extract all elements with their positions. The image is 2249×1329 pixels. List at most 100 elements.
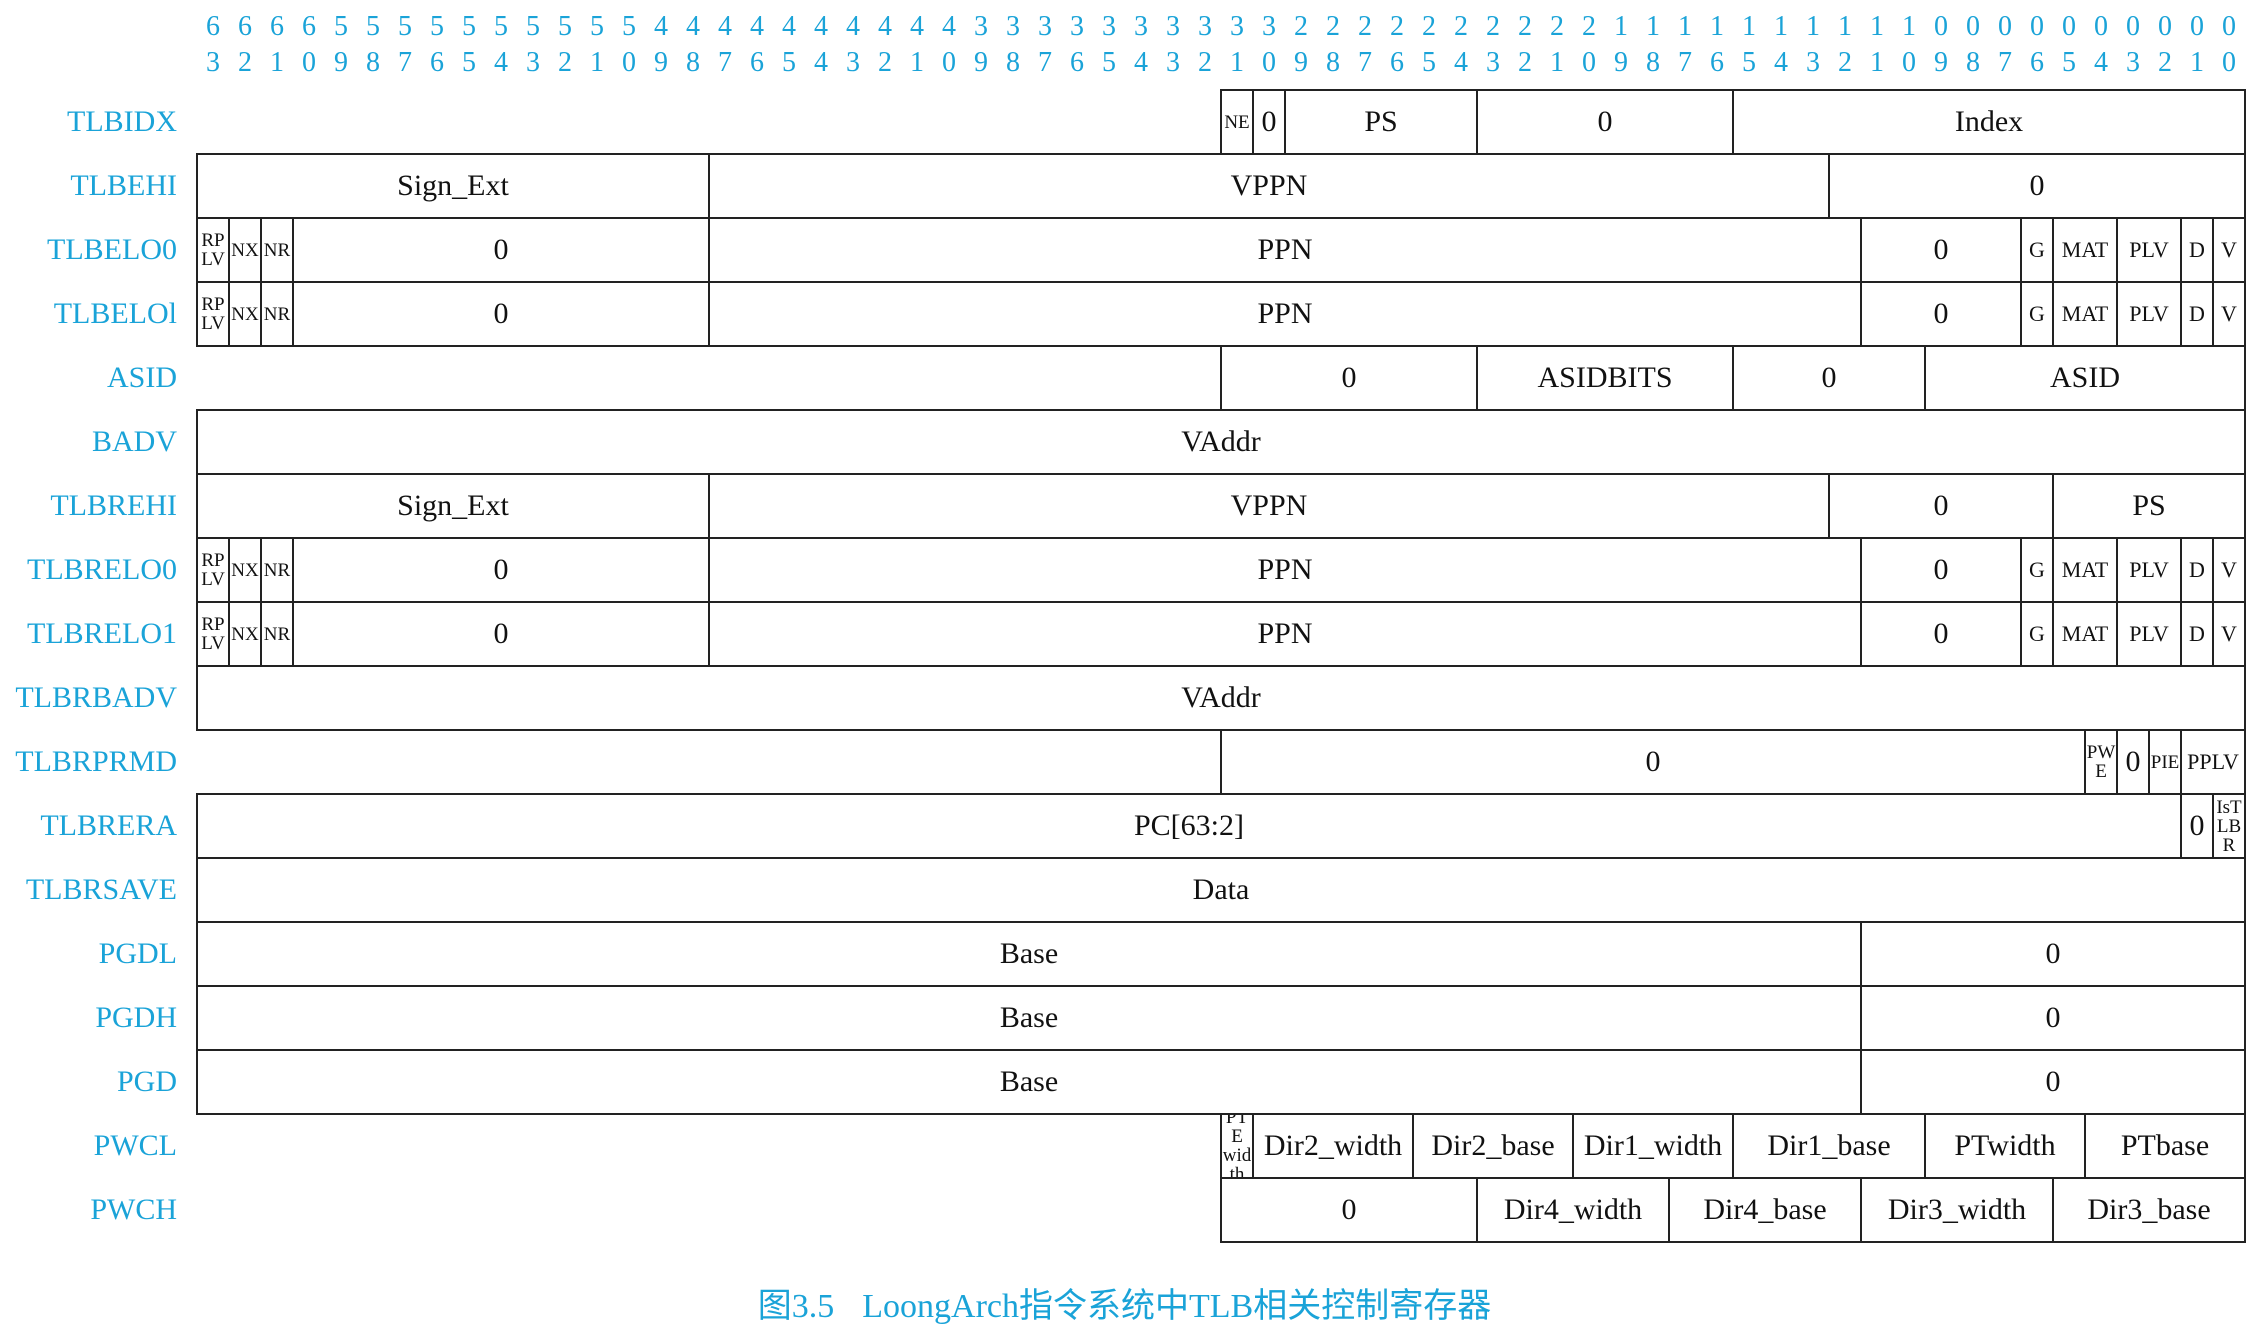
bit-number-tens: 1 — [1806, 11, 1820, 42]
register-name: TLBRBADV — [15, 681, 177, 714]
register-field: PLV — [2116, 281, 2182, 347]
register-field: PLV — [2116, 217, 2182, 283]
register-field: PLV — [2116, 601, 2182, 667]
bit-number-ones: 0 — [942, 47, 956, 78]
bit-number-tens: 5 — [334, 11, 348, 42]
register-field: 0 — [1220, 729, 2086, 795]
bit-number-ones: 7 — [1038, 47, 1052, 78]
register-field: G — [2020, 601, 2054, 667]
bit-number-ones: 6 — [1390, 47, 1404, 78]
register-name: TLBRELO0 — [27, 553, 177, 586]
bit-number-tens: 4 — [718, 11, 732, 42]
register-field: IsTLBR — [2212, 793, 2246, 859]
bit-number-ones: 5 — [2062, 47, 2076, 78]
register-field: Base — [196, 921, 1862, 987]
register-name: TLBEHI — [70, 169, 177, 202]
bit-number-ones: 7 — [1678, 47, 1692, 78]
bit-number-tens: 4 — [846, 11, 860, 42]
register-field: 0 — [2116, 729, 2150, 795]
bit-number-tens: 6 — [238, 11, 252, 42]
register-field: NX — [228, 281, 262, 347]
bit-number-tens: 3 — [1166, 11, 1180, 42]
bit-number-tens: 3 — [1134, 11, 1148, 42]
register-field: VAddr — [196, 665, 2246, 731]
bit-number-ones: 1 — [2190, 47, 2204, 78]
bit-number-tens: 4 — [942, 11, 956, 42]
register-name: PGD — [116, 1065, 177, 1098]
register-name: TLBRSAVE — [25, 873, 177, 906]
register-field: MAT — [2052, 537, 2118, 603]
register-field: 0 — [292, 217, 710, 283]
bit-number-ones: 9 — [1294, 47, 1308, 78]
bit-number-ones: 6 — [750, 47, 764, 78]
register-field: PS — [2052, 473, 2246, 539]
bit-number-ones: 7 — [1358, 47, 1372, 78]
register-field: 0 — [1860, 217, 2022, 283]
bit-number-ones: 4 — [1134, 47, 1148, 78]
register-field: Dir4_base — [1668, 1177, 1862, 1243]
bit-number-tens: 2 — [1422, 11, 1436, 42]
register-name: ASID — [106, 361, 177, 394]
bit-number-ones: 6 — [430, 47, 444, 78]
bit-number-ones: 3 — [526, 47, 540, 78]
register-field: 0 — [1860, 281, 2022, 347]
bit-number-ones: 7 — [1998, 47, 2012, 78]
register-field: PWE — [2084, 729, 2118, 795]
bit-number-ones: 2 — [1518, 47, 1532, 78]
bit-number-ones: 1 — [590, 47, 604, 78]
bit-number-tens: 0 — [1998, 11, 2012, 42]
register-name: TLBRPRMD — [15, 745, 177, 778]
register-field: 0 — [1220, 345, 1478, 411]
register-field: MAT — [2052, 217, 2118, 283]
bit-number-ones: 6 — [2030, 47, 2044, 78]
register-field: V — [2212, 537, 2246, 603]
register-field: G — [2020, 217, 2054, 283]
register-diagram: 6362616059585756555453525150494847464544… — [0, 0, 2249, 1329]
register-name: TLBELO0 — [47, 233, 177, 266]
bit-number-ones: 8 — [1966, 47, 1980, 78]
bit-number-tens: 2 — [1294, 11, 1308, 42]
bit-number-tens: 4 — [750, 11, 764, 42]
register-field: 0 — [1860, 1049, 2246, 1115]
register-field: VAddr — [196, 409, 2246, 475]
register-field: D — [2180, 217, 2214, 283]
bit-number-ones: 9 — [1934, 47, 1948, 78]
bit-number-tens: 5 — [366, 11, 380, 42]
register-field: PS — [1284, 89, 1478, 155]
bit-number-ones: 7 — [718, 47, 732, 78]
register-field: NR — [260, 217, 294, 283]
register-name: PGDH — [95, 1001, 177, 1034]
bit-number-tens: 2 — [1550, 11, 1564, 42]
register-field: G — [2020, 281, 2054, 347]
bit-number-tens: 3 — [1198, 11, 1212, 42]
bit-number-tens: 4 — [686, 11, 700, 42]
bit-number-ones: 2 — [1838, 47, 1852, 78]
bit-number-tens: 6 — [302, 11, 316, 42]
register-name: BADV — [91, 425, 177, 458]
bit-number-tens: 1 — [1614, 11, 1628, 42]
bit-number-tens: 3 — [1006, 11, 1020, 42]
register-field: ASID — [1924, 345, 2246, 411]
register-field: Sign_Ext — [196, 153, 710, 219]
bit-number-ones: 6 — [1070, 47, 1084, 78]
bit-number-tens: 4 — [910, 11, 924, 42]
bit-number-ones: 1 — [1230, 47, 1244, 78]
bit-number-tens: 2 — [1358, 11, 1372, 42]
bit-number-tens: 2 — [1518, 11, 1532, 42]
register-field: NE — [1220, 89, 1254, 155]
register-field: Data — [196, 857, 2246, 923]
register-field: NR — [260, 281, 294, 347]
bit-number-ones: 8 — [686, 47, 700, 78]
register-field: Dir2_width — [1252, 1113, 1414, 1179]
bit-number-ones: 3 — [1806, 47, 1820, 78]
bit-number-ones: 2 — [2158, 47, 2172, 78]
figure-number: 图3.5 — [757, 1288, 835, 1325]
bit-number-ones: 3 — [1486, 47, 1500, 78]
register-field: PTbase — [2084, 1113, 2246, 1179]
register-field: PPN — [708, 217, 1862, 283]
register-name: TLBRERA — [40, 809, 177, 842]
bit-number-ones: 5 — [1422, 47, 1436, 78]
bit-number-tens: 0 — [2158, 11, 2172, 42]
register-field: VPPN — [708, 473, 1830, 539]
bit-number-tens: 1 — [1902, 11, 1916, 42]
